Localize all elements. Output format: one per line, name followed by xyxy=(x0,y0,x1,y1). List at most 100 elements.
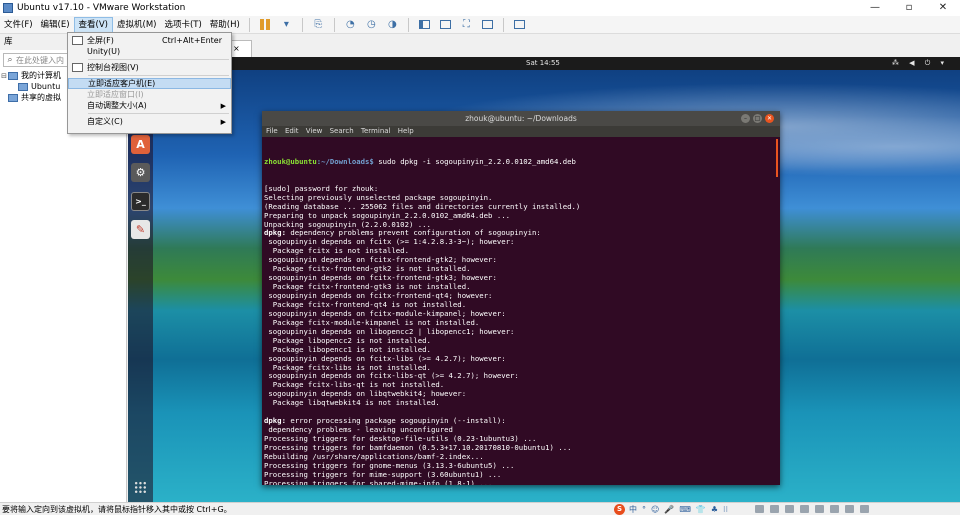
pause-icon xyxy=(260,19,271,30)
guest-desktop[interactable]: Sat 14:55 ⁂ ◀ ⏻ ▾ A ⚙ >_ ✎ zhouk@ubuntu:… xyxy=(128,57,960,502)
pause-button[interactable] xyxy=(257,17,274,32)
menu-item-console-view[interactable]: 控制台视图(V) xyxy=(68,62,231,73)
command-text: sudo dpkg -i sogoupinyin_2.2.0.0102_amd6… xyxy=(373,156,576,166)
collapse-icon[interactable]: ⊟ xyxy=(0,72,8,80)
menu-view[interactable]: 查看(V) xyxy=(73,16,113,33)
toolbar-separator xyxy=(248,17,250,32)
shared-folder-icon xyxy=(8,93,18,102)
ime-chinese-mode-icon[interactable]: 中 xyxy=(629,504,637,515)
fullscreen-icon: ⛶ xyxy=(462,19,470,30)
terminal-menu-help[interactable]: Help xyxy=(398,127,414,135)
show-library-button[interactable] xyxy=(416,17,433,32)
menu-item-customize[interactable]: 自定义(C) ▶ xyxy=(68,116,231,127)
terminal-maximize-button[interactable]: □ xyxy=(753,114,762,123)
menu-item-label: 立即适应窗口(I) xyxy=(87,90,144,99)
fullscreen-button[interactable]: ⛶ xyxy=(458,17,475,32)
terminal-minimize-button[interactable]: – xyxy=(741,114,750,123)
console-view-button[interactable] xyxy=(511,17,528,32)
thumbnail-icon xyxy=(439,20,451,29)
message-icon[interactable] xyxy=(860,505,869,513)
hard-disk-icon[interactable] xyxy=(755,505,764,513)
terminal-line: Processing triggers for shared-mime-info… xyxy=(264,478,493,485)
ime-toolbar: S 中 ° ☺ 🎤 ⌨ 👕 ♣ ⁝⁝ xyxy=(614,503,733,515)
library-search-input[interactable]: 在此处键入内 xyxy=(16,55,64,66)
menu-vm[interactable]: 虚拟机(M) xyxy=(113,17,160,33)
vm-tab[interactable]: × xyxy=(230,40,252,57)
toolbar-separator xyxy=(333,17,335,32)
terminal-command-line: zhouk@ubuntu:~/Downloads$ sudo dpkg -i s… xyxy=(264,156,780,167)
menu-item-unity[interactable]: Unity(U) xyxy=(68,46,231,57)
display-icon[interactable] xyxy=(845,505,854,513)
fullscreen-icon xyxy=(72,36,83,45)
terminal-line: Package libqtwebkit4 is not installed. xyxy=(264,398,440,408)
unity-button[interactable] xyxy=(479,17,496,32)
menu-separator xyxy=(88,75,229,76)
submenu-arrow-icon: ▶ xyxy=(220,117,226,126)
power-dropdown-button[interactable]: ▾ xyxy=(278,17,295,32)
snapshot-manager-button[interactable]: ◑ xyxy=(384,17,401,32)
toolbar-separator xyxy=(502,17,504,32)
clock[interactable]: Sat 14:55 xyxy=(526,59,560,67)
terminal-output[interactable]: zhouk@ubuntu:~/Downloads$ sudo dpkg -i s… xyxy=(262,137,780,485)
terminal-close-button[interactable]: ✕ xyxy=(765,114,774,123)
tab-close-icon[interactable]: × xyxy=(233,44,240,53)
window-title: Ubuntu v17.10 - VMware Workstation xyxy=(17,3,186,13)
terminal-menu-edit[interactable]: Edit xyxy=(285,127,299,135)
ubuntu-top-bar: Sat 14:55 ⁂ ◀ ⏻ ▾ xyxy=(128,57,960,70)
cd-drive-icon[interactable] xyxy=(770,505,779,513)
maximize-button[interactable]: ▫ xyxy=(892,0,926,16)
menu-help[interactable]: 帮助(H) xyxy=(206,17,244,33)
ime-emoji-icon[interactable]: ☺ xyxy=(651,505,659,514)
terminal-menu-view[interactable]: View xyxy=(306,127,323,135)
menu-tabs[interactable]: 选项卡(T) xyxy=(160,17,205,33)
menu-file[interactable]: 文件(F) xyxy=(0,17,37,33)
vm-icon xyxy=(18,82,28,91)
vm-device-tray xyxy=(755,505,869,513)
terminal-window[interactable]: zhouk@ubuntu: ~/Downloads – □ ✕ File Edi… xyxy=(262,111,780,485)
ime-voice-icon[interactable]: 🎤 xyxy=(664,505,674,514)
usb-icon[interactable] xyxy=(800,505,809,513)
terminal-icon[interactable]: >_ xyxy=(131,192,150,211)
ime-toolbox-icon[interactable]: ♣ xyxy=(711,505,718,514)
thumbnail-bar-button[interactable] xyxy=(437,17,454,32)
menu-item-label: 自定义(C) xyxy=(87,117,123,126)
menu-item-fullscreen[interactable]: 全屏(F) Ctrl+Alt+Enter xyxy=(68,35,231,46)
terminal-title-bar[interactable]: zhouk@ubuntu: ~/Downloads – □ ✕ xyxy=(262,111,780,126)
keyboard-icon: ⎘ xyxy=(314,19,323,30)
ime-more-icon[interactable]: ⁝⁝ xyxy=(723,505,728,514)
menu-item-autosize[interactable]: 自动调整大小(A) ▶ xyxy=(68,100,231,111)
menu-item-shortcut: Ctrl+Alt+Enter xyxy=(162,36,222,45)
close-button[interactable]: ✕ xyxy=(926,0,960,16)
ime-keyboard-icon[interactable]: ⌨ xyxy=(679,505,691,514)
search-icon: ⌕ xyxy=(7,55,13,65)
revert-snapshot-button[interactable]: ◷ xyxy=(363,17,380,32)
show-applications-icon[interactable] xyxy=(134,481,147,494)
terminal-menu-file[interactable]: File xyxy=(266,127,278,135)
unity-icon xyxy=(72,47,83,56)
software-center-icon[interactable]: A xyxy=(131,135,150,154)
minimize-button[interactable]: — xyxy=(858,0,892,16)
text-editor-icon[interactable]: ✎ xyxy=(131,220,150,239)
sogou-ime-icon[interactable]: S xyxy=(614,503,625,515)
settings-icon[interactable]: ⚙ xyxy=(131,163,150,182)
library-view-icon xyxy=(418,20,430,29)
send-ctrl-alt-del-button[interactable]: ⎘ xyxy=(310,17,327,32)
console-view-icon xyxy=(513,20,525,29)
network-icon[interactable] xyxy=(785,505,794,513)
chevron-down-icon: ▾ xyxy=(283,19,289,30)
terminal-scrollbar[interactable] xyxy=(776,139,778,177)
printer-icon[interactable] xyxy=(830,505,839,513)
terminal-menu-terminal[interactable]: Terminal xyxy=(361,127,391,135)
snapshot-button[interactable]: ◔ xyxy=(342,17,359,32)
ime-punctuation-icon[interactable]: ° xyxy=(642,505,646,514)
status-bar: 要将输入定向到该虚拟机，请将鼠标指针移入其中或按 Ctrl+G。 S 中 ° ☺… xyxy=(0,502,960,515)
sound-icon[interactable] xyxy=(815,505,824,513)
menu-edit[interactable]: 编辑(E) xyxy=(37,17,74,33)
terminal-menu-search[interactable]: Search xyxy=(330,127,354,135)
computer-icon xyxy=(8,71,18,80)
system-tray-icons[interactable]: ⁂ ◀ ⏻ ▾ xyxy=(892,59,948,68)
ime-skin-icon[interactable]: 👕 xyxy=(696,505,706,514)
menu-item-fit-window-now: 立即适应窗口(I) xyxy=(68,89,231,100)
console-view-icon xyxy=(72,63,83,72)
menu-item-fit-guest-now[interactable]: 立即适应客户机(E) xyxy=(68,78,231,89)
